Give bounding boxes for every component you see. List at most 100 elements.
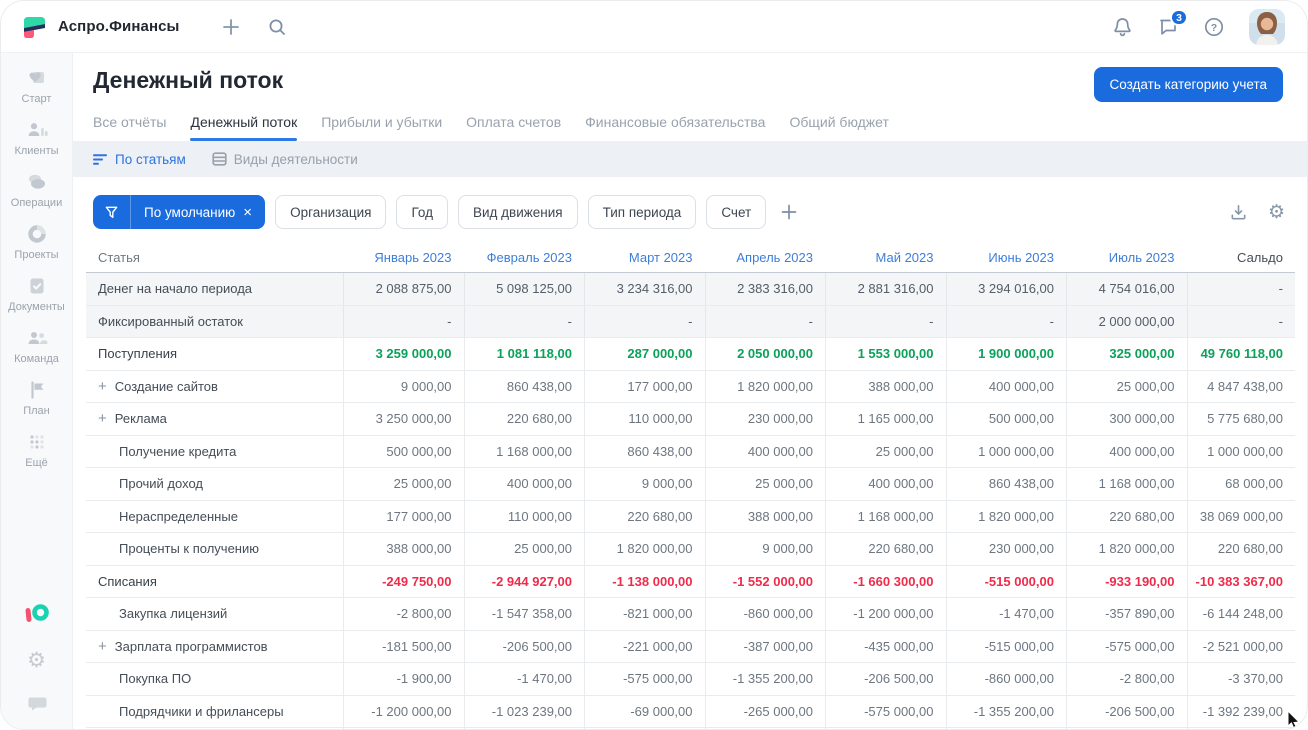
table-row[interactable]: + Реклама 3 250 000,00 220 680,00 110 00…: [86, 403, 1295, 436]
row-value-feb: 5 098 125,00: [463, 273, 585, 305]
tab-invoices[interactable]: Оплата счетов: [466, 114, 561, 141]
messages-button[interactable]: 3: [1157, 9, 1188, 37]
sidebar-item-start[interactable]: Старт: [1, 66, 72, 105]
column-header-saldo[interactable]: Сальдо: [1187, 250, 1296, 265]
tab-all-reports[interactable]: Все отчёты: [93, 114, 166, 141]
row-value-jun: 1 900 000,00: [945, 338, 1067, 370]
filter-chip-movement-type[interactable]: Вид движения: [457, 195, 578, 229]
cash-flow-table: Статья Январь 2023 Февраль 2023 Март 202…: [86, 242, 1295, 729]
row-value-jan: -249 750,00: [343, 565, 464, 597]
row-value-mar: -821 000,00: [584, 598, 705, 630]
subtab-by-articles[interactable]: По статьям: [93, 152, 186, 167]
row-value-may: 1 165 000,00: [825, 403, 946, 435]
avatar-image: [1249, 8, 1285, 45]
row-label-cell: + Реклама: [86, 403, 343, 435]
expand-icon[interactable]: +: [98, 379, 107, 394]
row-label: Получение кредита: [119, 443, 237, 459]
table-row[interactable]: + Списания -249 750,00 -2 944 927,00 -1 …: [86, 565, 1296, 598]
subtab-activity-types[interactable]: Виды деятельности: [212, 152, 358, 167]
sidebar-item-documents[interactable]: Документы: [1, 274, 72, 313]
row-value-jul: 400 000,00: [1066, 435, 1187, 467]
support-chat-icon[interactable]: [26, 693, 48, 713]
filter-chip-year[interactable]: Год: [396, 195, 448, 229]
tab-liabilities[interactable]: Финансовые обязательства: [585, 114, 765, 141]
column-header-april[interactable]: Апрель 2023: [705, 250, 826, 265]
row-value-jul: -2 800,00: [1066, 663, 1187, 695]
user-avatar[interactable]: [1249, 8, 1285, 45]
row-value-jan: 3 259 000,00: [343, 338, 464, 370]
projects-icon: [27, 225, 46, 243]
notifications-button[interactable]: [1112, 16, 1133, 38]
column-header-march[interactable]: Март 2023: [584, 250, 705, 265]
table-row[interactable]: + Нераспределенные 177 000,00 110 000,00…: [86, 500, 1295, 533]
help-button[interactable]: ?: [1203, 16, 1225, 38]
row-value-saldo: -10 383 367,00: [1186, 565, 1296, 597]
aspro-logo-icon[interactable]: [23, 602, 51, 628]
column-header-june[interactable]: Июнь 2023: [946, 250, 1067, 265]
filter-chip-period-type[interactable]: Тип периода: [587, 195, 697, 229]
export-button[interactable]: [1229, 203, 1248, 222]
row-value-jun: -1 470,00: [945, 598, 1067, 630]
table-row[interactable]: + Денег на начало периода 2 088 875,00 5…: [86, 273, 1295, 306]
table-row[interactable]: + Зарплата программистов -181 500,00 -20…: [86, 630, 1295, 663]
table-row[interactable]: + Фиксированный остаток - - - - - - 2 00…: [86, 305, 1295, 338]
row-value-mar: -1 138 000,00: [584, 565, 705, 597]
sidebar-item-operations[interactable]: Операции: [1, 170, 72, 209]
row-value-apr: -860 000,00: [704, 598, 826, 630]
column-header-january[interactable]: Январь 2023: [343, 250, 464, 265]
start-icon: [29, 72, 44, 83]
sidebar-item-projects[interactable]: Проекты: [1, 222, 72, 261]
tab-budget[interactable]: Общий бюджет: [789, 114, 888, 141]
row-value-feb: 1 081 118,00: [463, 338, 585, 370]
row-value-feb: -1 470,00: [463, 663, 585, 695]
active-filter-chip[interactable]: По умолчанию ×: [93, 195, 266, 229]
table-row[interactable]: + Поступления 3 259 000,00 1 081 118,00 …: [86, 338, 1295, 371]
column-header-february[interactable]: Февраль 2023: [464, 250, 585, 265]
row-value-mar: 9 000,00: [584, 468, 705, 500]
settings-icon[interactable]: ⚙: [27, 650, 46, 671]
create-category-button[interactable]: Создать категорию учета: [1093, 67, 1283, 102]
add-filter-button[interactable]: [780, 203, 798, 221]
row-value-jun: 860 438,00: [945, 468, 1067, 500]
add-button[interactable]: [221, 17, 241, 37]
brand[interactable]: Аспро.Финансы: [21, 14, 179, 39]
tab-cash-flow[interactable]: Денежный поток: [190, 114, 297, 141]
column-header-july[interactable]: Июль 2023: [1066, 250, 1187, 265]
table-row[interactable]: + Закупка лицензий -2 800,00 -1 547 358,…: [86, 598, 1295, 631]
expand-icon[interactable]: +: [98, 411, 107, 426]
top-bar: Аспро.Финансы 3 ?: [1, 1, 1307, 53]
sidebar-item-label: Старт: [21, 93, 52, 105]
row-value-jul: 1 168 000,00: [1066, 468, 1187, 500]
expand-icon[interactable]: +: [98, 639, 107, 654]
filter-chip-organization[interactable]: Организация: [275, 195, 387, 229]
table-row[interactable]: + Проценты к получению 388 000,00 25 000…: [86, 533, 1295, 566]
table-settings-button[interactable]: ⚙: [1268, 203, 1285, 222]
row-value-mar: -69 000,00: [584, 695, 705, 727]
filter-chip-account[interactable]: Счет: [706, 195, 767, 229]
table-row[interactable]: + Получение кредита 500 000,00 1 168 000…: [86, 435, 1295, 468]
team-icon: [28, 332, 47, 344]
sidebar-item-more[interactable]: Ещё: [1, 430, 72, 469]
row-value-saldo: 68 000,00: [1186, 468, 1296, 500]
row-value-apr: 9 000,00: [704, 533, 826, 565]
table-row[interactable]: + Создание сайтов 9 000,00 860 438,00 17…: [86, 370, 1295, 403]
tab-profit-loss[interactable]: Прибыли и убытки: [321, 114, 442, 141]
column-header-article[interactable]: Статья: [86, 250, 343, 265]
sidebar-item-clients[interactable]: Клиенты: [1, 118, 72, 157]
table-row[interactable]: + Покупка ПО -1 900,00 -1 470,00 -575 00…: [86, 663, 1295, 696]
row-value-jan: -1 900,00: [343, 663, 464, 695]
clear-filter-icon[interactable]: ×: [243, 204, 252, 221]
row-value-apr: 230 000,00: [704, 403, 826, 435]
table-row[interactable]: + Зарплата программистов -3 000,00 -1 54…: [86, 728, 1295, 729]
row-value-jul: 2 000 000,00: [1066, 305, 1187, 337]
table-row[interactable]: + Прочий доход 25 000,00 400 000,00 9 00…: [86, 468, 1295, 501]
search-button[interactable]: [267, 17, 287, 37]
table-row[interactable]: + Подрядчики и фрилансеры -1 200 000,00 …: [86, 695, 1295, 728]
row-label: Реклама: [114, 411, 167, 427]
column-header-may[interactable]: Май 2023: [825, 250, 946, 265]
row-label: Закупка лицензий: [119, 606, 228, 622]
row-label-cell: + Поступления: [86, 338, 343, 370]
sidebar-item-team[interactable]: Команда: [1, 326, 72, 365]
sidebar-item-plan[interactable]: План: [1, 378, 72, 417]
search-icon: [269, 19, 286, 35]
